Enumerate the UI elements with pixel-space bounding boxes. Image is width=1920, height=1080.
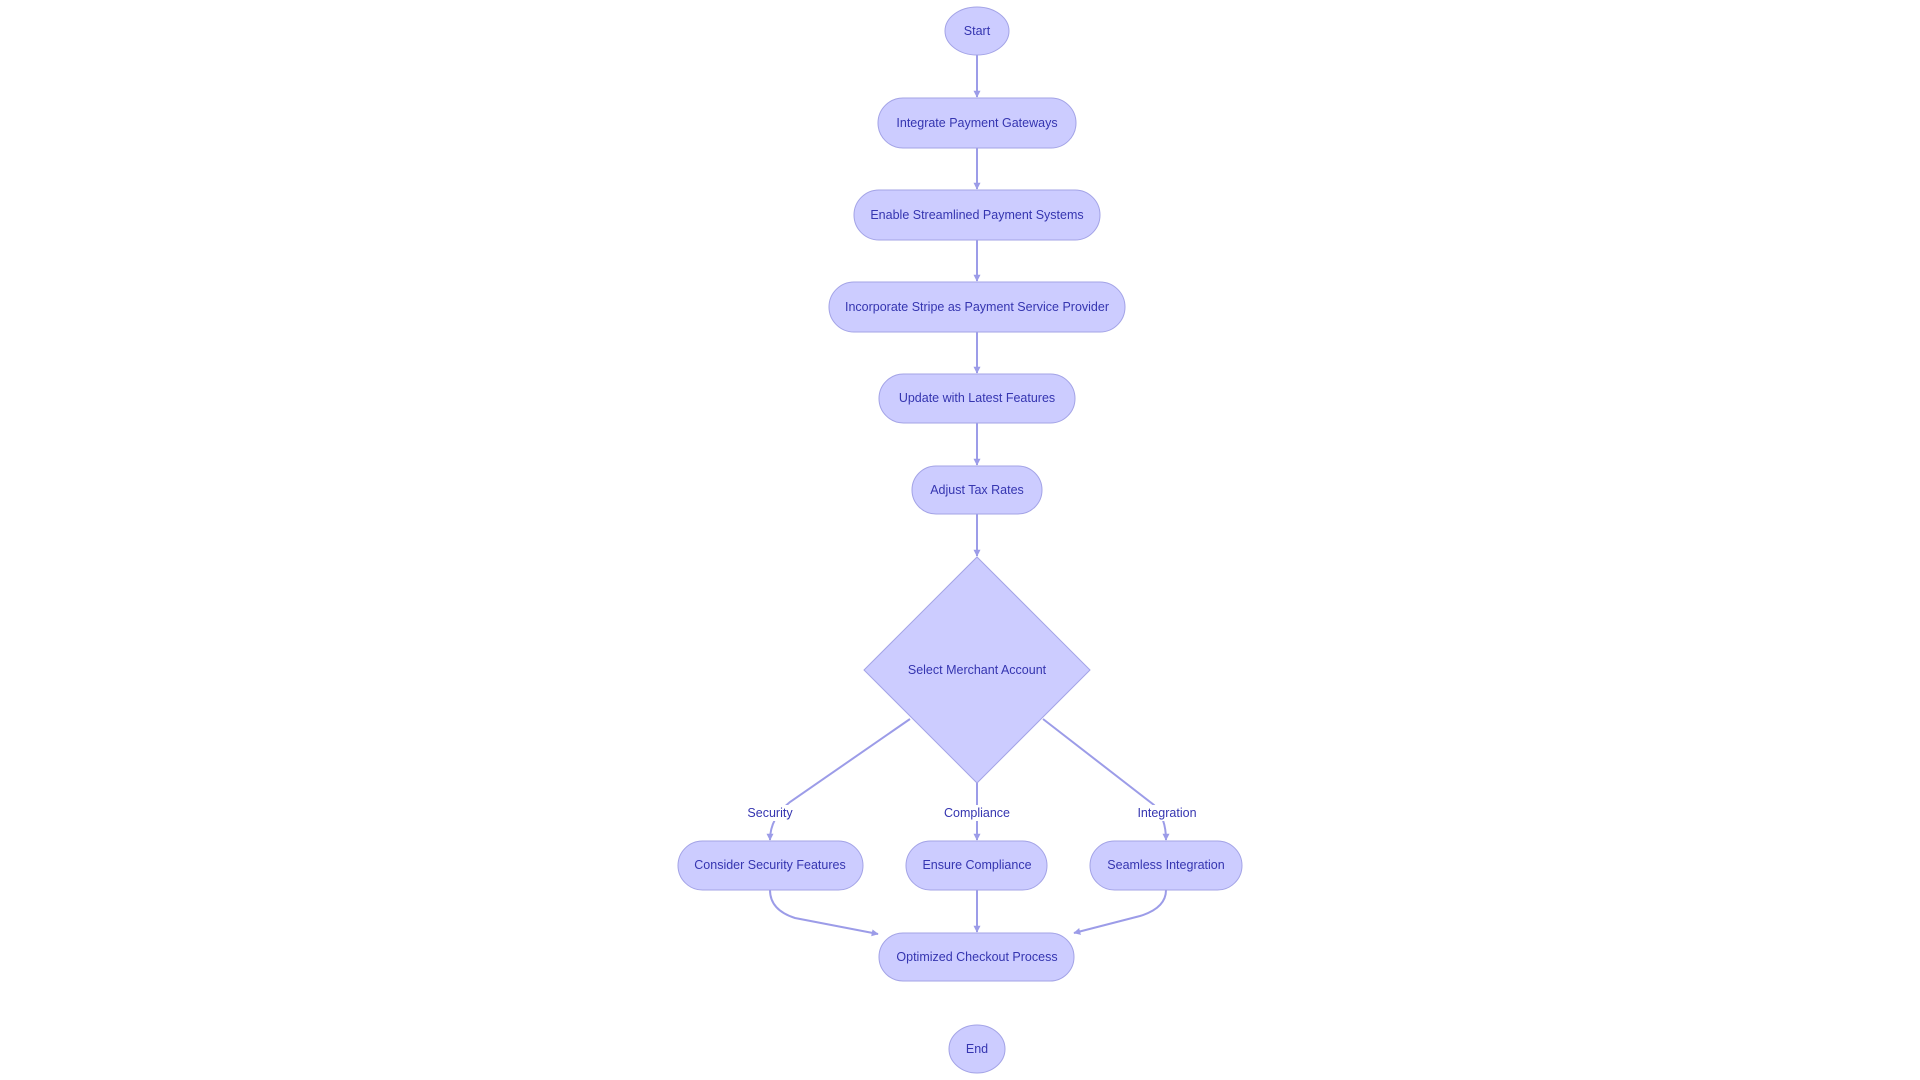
node-adjust-tax-rates[interactable]: Adjust Tax Rates bbox=[911, 465, 1043, 515]
node-security-label: Consider Security Features bbox=[694, 858, 845, 872]
node-start-label: Start bbox=[964, 24, 991, 38]
node-ensure-compliance[interactable]: Ensure Compliance bbox=[905, 840, 1048, 891]
node-integrate-payment-gateways[interactable]: Integrate Payment Gateways bbox=[877, 97, 1077, 149]
edge-security-checkout bbox=[769, 889, 879, 937]
node-compliance-label: Ensure Compliance bbox=[922, 858, 1031, 872]
edge-merchant-integration bbox=[1042, 718, 1170, 841]
node-consider-security-features[interactable]: Consider Security Features bbox=[677, 840, 864, 891]
node-end-label: End bbox=[966, 1042, 988, 1056]
edge-label-compliance: Compliance bbox=[944, 806, 1010, 820]
node-optimized-checkout-process[interactable]: Optimized Checkout Process bbox=[878, 932, 1075, 982]
node-enable-label: Enable Streamlined Payment Systems bbox=[870, 208, 1083, 222]
node-update-latest-features[interactable]: Update with Latest Features bbox=[878, 373, 1076, 424]
nodes-layer: Start Integrate Payment Gateways Enable … bbox=[677, 6, 1243, 1074]
edge-labels-layer: Security Compliance Integration bbox=[746, 805, 1198, 821]
edge-merchant-security bbox=[766, 718, 911, 841]
node-merchant-label: Select Merchant Account bbox=[908, 663, 1047, 677]
edge-label-integration: Integration bbox=[1137, 806, 1196, 820]
node-integrate-label: Integrate Payment Gateways bbox=[896, 116, 1057, 130]
node-integration-label: Seamless Integration bbox=[1107, 858, 1224, 872]
node-end[interactable]: End bbox=[948, 1024, 1006, 1074]
node-tax-label: Adjust Tax Rates bbox=[930, 483, 1024, 497]
node-stripe-label: Incorporate Stripe as Payment Service Pr… bbox=[845, 300, 1109, 314]
node-enable-streamlined-payment-systems[interactable]: Enable Streamlined Payment Systems bbox=[853, 189, 1101, 241]
node-select-merchant-account[interactable]: Select Merchant Account bbox=[863, 556, 1091, 784]
flowchart-canvas: Security Compliance Integration Start In… bbox=[677, 6, 1243, 1074]
edge-label-security: Security bbox=[747, 806, 793, 820]
node-seamless-integration[interactable]: Seamless Integration bbox=[1089, 840, 1243, 891]
node-checkout-label: Optimized Checkout Process bbox=[896, 950, 1057, 964]
node-incorporate-stripe[interactable]: Incorporate Stripe as Payment Service Pr… bbox=[828, 281, 1126, 333]
edge-integration-checkout bbox=[1073, 889, 1167, 935]
node-start[interactable]: Start bbox=[944, 6, 1010, 56]
node-update-label: Update with Latest Features bbox=[899, 391, 1055, 405]
